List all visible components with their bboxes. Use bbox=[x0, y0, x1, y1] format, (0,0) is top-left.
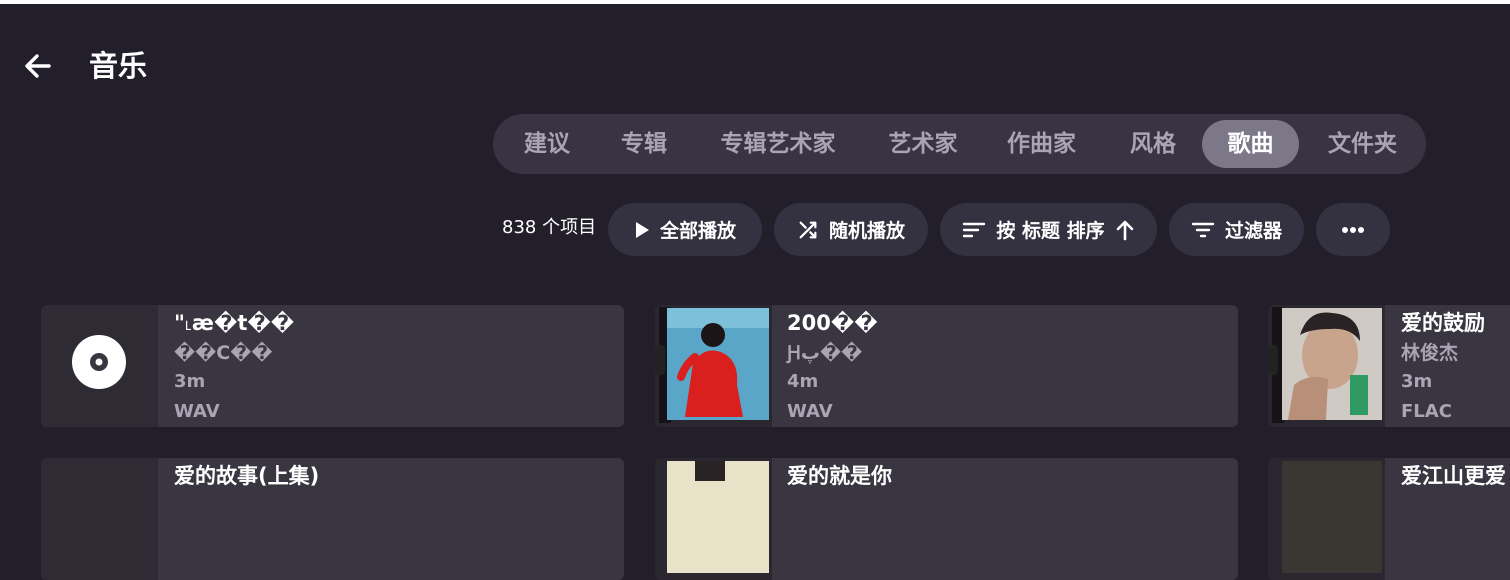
page-title: 音乐 bbox=[89, 49, 148, 83]
song-title: 爱江山更爱 bbox=[1401, 464, 1506, 488]
play-icon bbox=[635, 221, 649, 238]
song-artwork bbox=[41, 305, 158, 427]
song-card[interactable]: 200�� Ԩپ�� 4m WAV bbox=[655, 305, 1238, 427]
song-artwork bbox=[1268, 305, 1385, 427]
tab-songs[interactable]: 歌曲 bbox=[1202, 120, 1299, 168]
song-duration: 3m bbox=[174, 371, 206, 392]
arrow-up-icon bbox=[1116, 220, 1133, 240]
song-title: 爱的故事(上集) bbox=[174, 464, 320, 488]
back-button[interactable] bbox=[20, 48, 56, 84]
song-artwork bbox=[1268, 458, 1385, 580]
song-card[interactable]: "˪æ�t�� ��C�� 3m WAV bbox=[41, 305, 624, 427]
sort-icon bbox=[963, 222, 986, 237]
song-duration: 3m bbox=[1401, 371, 1433, 392]
sort-label: 按 标题 排序 bbox=[996, 220, 1105, 242]
arrow-left-icon bbox=[25, 54, 51, 78]
tab-genres[interactable]: 风格 bbox=[1107, 120, 1199, 168]
song-artist: ��C�� bbox=[174, 342, 273, 364]
song-artwork bbox=[655, 305, 772, 427]
more-horizontal-icon bbox=[1342, 226, 1364, 233]
song-title: 200�� bbox=[787, 311, 878, 335]
filter-label: 过滤器 bbox=[1224, 220, 1282, 242]
sort-button[interactable]: 按 标题 排序 bbox=[940, 203, 1157, 256]
song-artwork bbox=[41, 458, 158, 580]
play-all-button[interactable]: 全部播放 bbox=[608, 203, 762, 256]
window-top-border bbox=[0, 0, 1510, 4]
play-all-label: 全部播放 bbox=[659, 220, 736, 242]
song-artist: 林俊杰 bbox=[1401, 342, 1459, 364]
album-cover-image bbox=[655, 307, 769, 423]
filter-icon bbox=[1191, 222, 1215, 237]
song-card[interactable]: 爱的就是你 bbox=[655, 458, 1238, 580]
song-card[interactable]: 爱江山更爱 bbox=[1268, 458, 1510, 580]
song-card[interactable]: 爱的故事(上集) bbox=[41, 458, 624, 580]
song-title: 爱的就是你 bbox=[787, 464, 892, 488]
tab-album-artists[interactable]: 专辑艺术家 bbox=[698, 120, 858, 168]
category-tabs: 建议 专辑 专辑艺术家 艺术家 作曲家 风格 歌曲 文件夹 bbox=[493, 114, 1426, 174]
song-artist: Ԩپ�� bbox=[787, 342, 863, 364]
shuffle-button[interactable]: 随机播放 bbox=[774, 203, 928, 256]
tab-composers[interactable]: 作曲家 bbox=[988, 120, 1095, 168]
tab-albums[interactable]: 专辑 bbox=[602, 120, 686, 168]
tab-folders[interactable]: 文件夹 bbox=[1309, 120, 1416, 168]
shuffle-icon bbox=[799, 221, 817, 238]
tab-suggestions[interactable]: 建议 bbox=[504, 120, 590, 168]
song-duration: 4m bbox=[787, 371, 819, 392]
song-title: "˪æ�t�� bbox=[174, 311, 295, 335]
song-format: WAV bbox=[174, 401, 220, 422]
more-options-button[interactable] bbox=[1316, 203, 1390, 256]
item-count: 838 个项目 bbox=[502, 217, 597, 238]
song-title: 爱的鼓励 bbox=[1401, 311, 1485, 335]
song-artwork bbox=[655, 458, 772, 580]
album-cover-image bbox=[667, 461, 769, 573]
song-card[interactable]: 爱的鼓励 林俊杰 3m FLAC bbox=[1268, 305, 1510, 427]
shuffle-label: 随机播放 bbox=[828, 220, 905, 242]
song-format: FLAC bbox=[1401, 401, 1452, 422]
song-format: WAV bbox=[787, 401, 833, 422]
album-cover-image bbox=[1268, 307, 1382, 423]
disc-icon bbox=[72, 335, 126, 389]
album-cover-image bbox=[1282, 461, 1382, 573]
tab-artists[interactable]: 艺术家 bbox=[870, 120, 976, 168]
filter-button[interactable]: 过滤器 bbox=[1169, 203, 1304, 256]
